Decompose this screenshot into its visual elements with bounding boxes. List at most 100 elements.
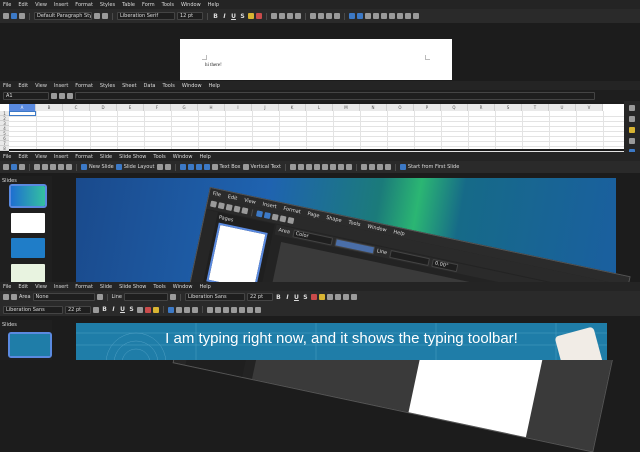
table-icon[interactable] <box>179 164 186 170</box>
column-header-i[interactable]: I <box>225 104 252 111</box>
menu-form[interactable]: Form <box>142 2 155 8</box>
save-icon[interactable] <box>19 13 25 19</box>
strikethrough-icon[interactable]: S <box>128 306 135 313</box>
insert-table-icon[interactable] <box>365 13 371 19</box>
menu-tools[interactable]: Tools <box>153 284 165 290</box>
paste-icon[interactable] <box>50 164 56 170</box>
column-header-t[interactable]: T <box>522 104 549 111</box>
menu-view[interactable]: View <box>35 154 47 160</box>
paragraph-spacing-icon[interactable] <box>247 306 253 313</box>
text-icon[interactable] <box>279 215 287 223</box>
area-icon[interactable] <box>96 294 103 300</box>
menu-sheet[interactable]: Sheet <box>122 83 136 89</box>
line-style-select[interactable] <box>123 293 168 301</box>
slide-thumbnail-1[interactable] <box>8 332 52 358</box>
bullet-list-icon[interactable] <box>207 306 213 313</box>
menu-view[interactable]: View <box>35 83 47 89</box>
menu-format[interactable]: Format <box>75 284 93 290</box>
spreadsheet-grid[interactable]: ABCDEFGHIJKLMNOPQRSTUV12345678 <box>0 104 624 152</box>
style-new-icon[interactable] <box>102 13 108 19</box>
insert-image-icon[interactable] <box>349 13 355 19</box>
table-icon[interactable] <box>271 213 279 221</box>
highlight-icon[interactable] <box>318 294 325 300</box>
indent-icon[interactable] <box>223 306 229 313</box>
font-color-icon[interactable] <box>256 13 262 19</box>
insert-special-char-icon[interactable] <box>373 13 379 19</box>
function-wizard-icon[interactable] <box>51 93 57 99</box>
menu-slide[interactable]: Slide <box>100 154 112 160</box>
copy-icon[interactable] <box>42 164 48 170</box>
image-icon[interactable] <box>255 210 264 218</box>
menu-help[interactable]: Help <box>199 154 210 160</box>
menu-help[interactable]: Help <box>208 2 219 8</box>
new-slide-icon[interactable] <box>81 164 87 170</box>
column-header-e[interactable]: E <box>117 104 144 111</box>
rotate-icon[interactable] <box>360 164 367 170</box>
line-spacing-icon[interactable] <box>239 306 245 313</box>
column-header-h[interactable]: H <box>198 104 225 111</box>
new-icon[interactable] <box>3 164 9 170</box>
document-text[interactable]: hi there! <box>205 63 222 68</box>
outdent-icon[interactable] <box>231 306 237 313</box>
column-header-u[interactable]: U <box>549 104 576 111</box>
slide-thumbnail-4[interactable] <box>11 264 45 284</box>
menu-help[interactable]: Help <box>209 83 220 89</box>
menu-slide[interactable]: Slide <box>100 284 112 290</box>
fontwork-icon[interactable] <box>287 216 295 225</box>
vertical-text-icon[interactable] <box>242 164 249 170</box>
paragraph-style-select[interactable]: Default Paragraph Style <box>34 12 92 20</box>
menu-window[interactable]: Window <box>181 2 201 8</box>
align-icon[interactable] <box>368 164 375 170</box>
symbol-shapes-icon[interactable] <box>345 164 352 170</box>
cell-cursor-a1[interactable] <box>9 111 36 116</box>
menu-window[interactable]: Window <box>173 284 193 290</box>
menu-file[interactable]: File <box>212 190 221 198</box>
text-box-icon[interactable] <box>211 164 218 170</box>
menu-slideshow[interactable]: Slide Show <box>119 284 146 290</box>
start-first-slide-button[interactable]: Start from First Slide <box>408 164 459 170</box>
basic-shapes-icon[interactable] <box>337 164 344 170</box>
align-left-icon[interactable] <box>271 13 277 19</box>
writer-page[interactable]: hi there! <box>180 39 452 80</box>
column-header-m[interactable]: M <box>333 104 360 111</box>
menu-insert[interactable]: Insert <box>54 284 68 290</box>
font-color-icon[interactable] <box>145 306 151 313</box>
column-header-q[interactable]: Q <box>441 104 468 111</box>
duplicate-icon[interactable] <box>156 164 163 170</box>
menu-tools[interactable]: Tools <box>163 83 175 89</box>
column-header-b[interactable]: B <box>36 104 63 111</box>
draw-shapes-icon[interactable] <box>405 13 411 19</box>
connector-icon[interactable] <box>329 164 336 170</box>
column-header-j[interactable]: J <box>252 104 279 111</box>
align-left-icon[interactable] <box>168 306 174 313</box>
menu-file[interactable]: File <box>3 83 11 89</box>
menu-insert[interactable]: Insert <box>54 154 68 160</box>
menu-tools[interactable]: Tools <box>153 154 165 160</box>
chart-icon[interactable] <box>263 211 271 220</box>
list-icon[interactable] <box>350 294 357 300</box>
shadow-icon[interactable] <box>137 306 143 313</box>
insert-field-icon[interactable] <box>397 13 403 19</box>
slide-layout-icon[interactable] <box>115 164 122 170</box>
curve-icon[interactable] <box>321 164 328 170</box>
bold-icon[interactable]: B <box>275 294 282 301</box>
properties-icon[interactable] <box>629 105 635 111</box>
slide-thumbnail-2[interactable] <box>11 213 45 233</box>
list-number-icon[interactable] <box>318 13 324 19</box>
gallery-icon[interactable] <box>629 127 635 133</box>
navigator-icon[interactable] <box>629 138 635 144</box>
menu-edit[interactable]: Edit <box>227 193 238 201</box>
menu-edit[interactable]: Edit <box>18 154 28 160</box>
font-name-select[interactable]: Liberation Serif <box>117 12 175 20</box>
new-icon[interactable] <box>209 200 218 208</box>
delete-slide-icon[interactable] <box>164 164 171 170</box>
column-header-l[interactable]: L <box>306 104 333 111</box>
menu-window[interactable]: Window <box>182 83 202 89</box>
underline-icon[interactable]: U <box>230 13 237 20</box>
align-center-icon[interactable] <box>176 306 182 313</box>
formula-icon[interactable] <box>67 93 73 99</box>
menu-insert[interactable]: Insert <box>54 83 68 89</box>
chart-icon[interactable] <box>203 164 210 170</box>
slide-canvas-2[interactable]: I am typing right now, and it shows the … <box>76 323 607 360</box>
underline-icon[interactable]: U <box>119 306 126 313</box>
